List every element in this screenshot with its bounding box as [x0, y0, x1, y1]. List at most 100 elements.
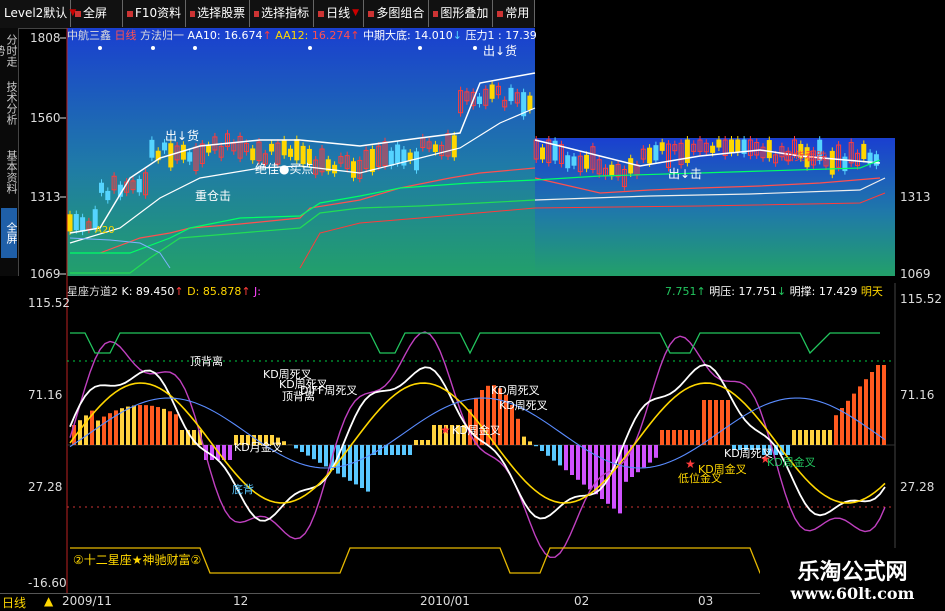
- histogram-bar: [672, 430, 676, 445]
- y-axis-label: 1069: [900, 267, 931, 281]
- candle-body: [874, 155, 878, 165]
- d-label: D:: [187, 285, 199, 298]
- histogram-bar: [546, 445, 550, 456]
- histogram-bar: [816, 430, 820, 445]
- candle-body: [415, 152, 419, 170]
- signal-label: 重仓击: [195, 189, 231, 203]
- histogram-bar: [840, 408, 844, 445]
- blank-area: [895, 138, 945, 283]
- signal-label: 出↓货: [165, 128, 199, 143]
- histogram-bar: [828, 430, 832, 445]
- histogram-bar: [414, 440, 418, 445]
- up-arrow-icon: ↑: [263, 29, 272, 42]
- toolbar-button-label: 全屏: [83, 0, 107, 27]
- star-marker: [98, 46, 102, 50]
- candle-body: [736, 140, 740, 152]
- histogram-bar: [102, 417, 106, 445]
- toolbar-button-label: 日线: [326, 0, 350, 27]
- toolbar-button[interactable]: 选择指标: [250, 0, 314, 27]
- toolbar-bullet-icon: [368, 11, 374, 17]
- histogram-bar: [648, 445, 652, 463]
- histogram-bar: [408, 445, 412, 455]
- indicator-caption: ②十二星座★神驰财富②: [73, 552, 201, 567]
- candle-body: [490, 85, 494, 98]
- signal-label: 出↓货: [483, 43, 517, 58]
- down-arrow-icon: ↓: [777, 285, 786, 298]
- histogram-bar: [612, 445, 616, 509]
- candle-body: [478, 97, 482, 103]
- toolbar-button[interactable]: 全屏: [71, 0, 123, 27]
- histogram-bar: [534, 445, 538, 446]
- histogram-bar: [402, 445, 406, 455]
- toolbar-button[interactable]: 常用: [493, 0, 535, 27]
- candle-body: [830, 151, 834, 174]
- candle-body: [181, 145, 185, 159]
- toolbar-button[interactable]: 日线▼: [314, 0, 364, 27]
- candle-body: [352, 162, 356, 178]
- histogram-bar: [798, 430, 802, 445]
- y-axis-label: 27.28: [900, 480, 934, 494]
- candle-body: [163, 143, 167, 150]
- histogram-bar: [426, 440, 430, 445]
- histogram-bar: [420, 440, 424, 445]
- candle-body: [137, 179, 141, 191]
- toolbar-button[interactable]: 选择股票: [186, 0, 250, 27]
- toolbar-button-label: Level2默认: [4, 0, 67, 27]
- histogram-bar: [576, 445, 580, 480]
- toolbar-button[interactable]: F10资料: [123, 0, 186, 27]
- price-chart[interactable]: 180815601313106913131069出↓货出↓货绝佳●买点重仓击出↓…: [0, 28, 945, 283]
- mingya-label: 明压:: [709, 285, 735, 298]
- histogram-bar: [396, 445, 400, 455]
- histogram-bar: [324, 445, 328, 466]
- histogram-bar: [174, 414, 178, 445]
- dropdown-arrow-icon: ▼: [352, 0, 359, 27]
- candle-body: [68, 215, 72, 231]
- candle-body: [81, 218, 85, 231]
- histogram-bar: [822, 430, 826, 445]
- histogram-bar: [564, 445, 568, 470]
- y-axis-label: 115.52: [900, 292, 942, 306]
- toolbar-bullet-icon: [497, 11, 503, 17]
- y-axis-label: 27.28: [28, 480, 62, 494]
- mid-bottom-label: 中期大底:: [363, 29, 411, 42]
- histogram-bar: [786, 445, 790, 455]
- toolbar-button[interactable]: 图形叠加: [429, 0, 493, 27]
- histogram-bar: [360, 445, 364, 488]
- star-icon: ★: [760, 452, 771, 466]
- candle-body: [251, 149, 255, 160]
- histogram-bar: [432, 425, 436, 445]
- oscillator-chart[interactable]: 115.5271.1627.28-16.60115.5271.1627.28顶背…: [0, 283, 945, 593]
- histogram-bar: [666, 430, 670, 445]
- star-marker: [418, 46, 422, 50]
- toolbar-button[interactable]: 多图组合: [364, 0, 429, 27]
- y-axis-label: -16.60: [28, 576, 67, 590]
- candle-body: [862, 144, 866, 158]
- date-label: 2010/01: [420, 594, 470, 608]
- aa10-label: AA10:: [188, 29, 221, 42]
- signal-label: 顶背离: [190, 354, 223, 368]
- candle-body: [74, 215, 78, 230]
- candle-body: [433, 145, 437, 152]
- j-label: J:: [254, 285, 261, 298]
- candle-body: [566, 156, 570, 168]
- y-axis-label: 1808: [30, 31, 61, 45]
- histogram-bar: [870, 372, 874, 445]
- signal-label: A20: [95, 225, 115, 236]
- triangle-up-icon[interactable]: ▲: [44, 594, 53, 608]
- watermark: 乐淘公式网 www.60lt.com: [760, 548, 945, 609]
- histogram-bar: [678, 430, 682, 445]
- toolbar-button-label: 选择股票: [197, 0, 245, 27]
- histogram-bar: [654, 445, 658, 458]
- signal-label: DIFF周死叉: [300, 384, 357, 397]
- mingzhi-label: 明撑:: [790, 285, 816, 298]
- toolbar-button-label: 图形叠加: [440, 0, 488, 27]
- histogram-bar: [726, 400, 730, 445]
- period-selector[interactable]: 日线: [2, 594, 26, 611]
- signal-label: 底背: [232, 482, 254, 496]
- histogram-bar: [150, 406, 154, 445]
- histogram-bar: [606, 445, 610, 504]
- histogram-bar: [696, 430, 700, 445]
- toolbar-button[interactable]: Level2默认▼: [0, 0, 71, 27]
- candle-body: [106, 191, 110, 199]
- histogram-bar: [804, 430, 808, 445]
